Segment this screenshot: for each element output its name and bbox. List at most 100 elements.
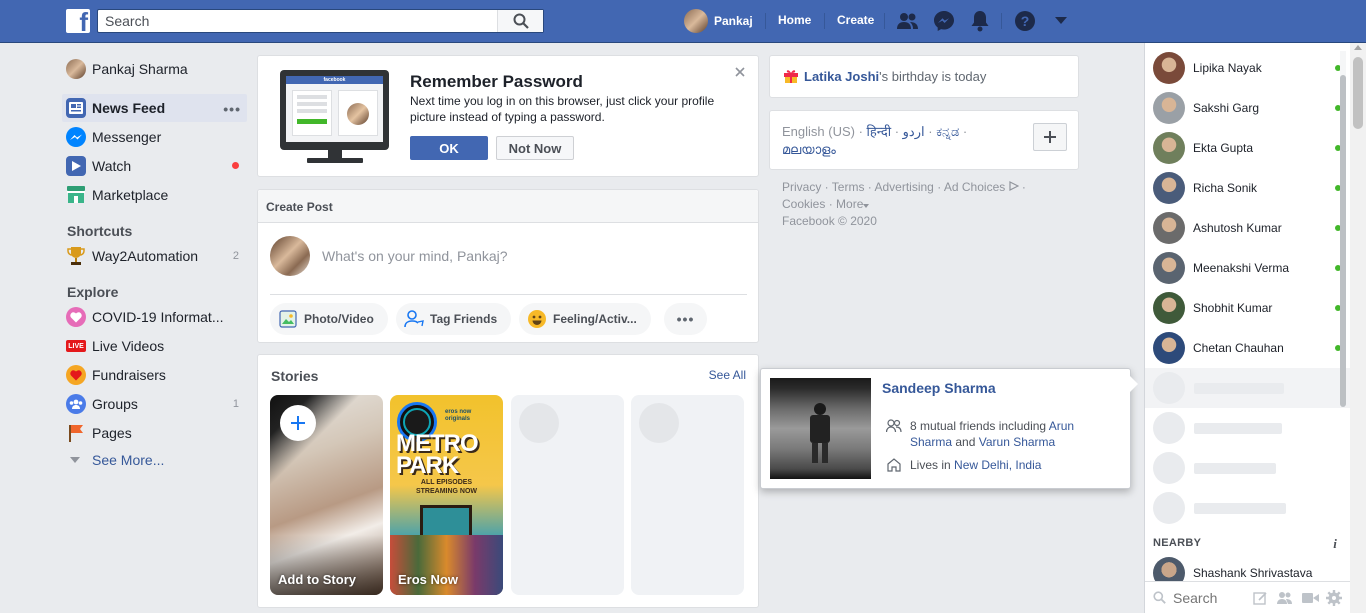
contact-item[interactable]: Shobhit Kumar xyxy=(1145,288,1351,328)
search-input[interactable] xyxy=(98,10,498,32)
left-nav-profile[interactable]: Pankaj Sharma xyxy=(62,56,247,82)
post-composer-input[interactable]: What's on your mind, Pankaj? xyxy=(322,248,742,264)
footer-link-cookies[interactable]: Cookies xyxy=(782,197,825,211)
ad-choices-icon xyxy=(1008,181,1019,191)
contact-item[interactable]: Ekta Gupta xyxy=(1145,128,1351,168)
more-actions-button[interactable]: ••• xyxy=(664,303,707,335)
contact-item[interactable]: Meenakshi Verma xyxy=(1145,248,1351,288)
footer-link-advertising[interactable]: Advertising xyxy=(874,180,933,194)
contact-item[interactable]: Lipika Nayak xyxy=(1145,48,1351,88)
svg-text:i: i xyxy=(1333,537,1337,549)
footer-link-ad-choices[interactable]: Ad Choices xyxy=(944,180,1005,194)
sidebar-item-messenger[interactable]: Messenger xyxy=(62,123,247,151)
see-all-link[interactable]: See All xyxy=(709,368,746,382)
hovercard-name[interactable]: Sandeep Sharma xyxy=(882,380,996,396)
add-to-story-card[interactable]: Add to Story xyxy=(270,395,383,595)
explore-item-fundraisers[interactable]: Fundraisers xyxy=(62,361,247,389)
chevron-down-icon xyxy=(863,204,870,208)
cover-photo[interactable] xyxy=(770,378,871,479)
city-link[interactable]: New Delhi, India xyxy=(954,458,1041,472)
profile-name: Pankaj Sharma xyxy=(92,61,188,77)
avatar xyxy=(1153,212,1185,244)
account-menu-chevron-down-icon[interactable] xyxy=(1049,10,1073,32)
facebook-logo-icon[interactable]: f xyxy=(66,9,90,33)
scrollbar-thumb[interactable] xyxy=(1353,57,1363,129)
avatar xyxy=(1153,332,1185,364)
plus-icon[interactable] xyxy=(280,405,316,441)
see-more-link[interactable]: See More... xyxy=(70,452,164,468)
create-link[interactable]: Create xyxy=(837,13,874,27)
contact-item[interactable]: Sakshi Garg xyxy=(1145,88,1351,128)
video-call-icon[interactable] xyxy=(1302,592,1319,604)
story-placeholder xyxy=(631,395,744,595)
create-post-header: Create Post xyxy=(258,190,758,223)
help-icon[interactable]: ? xyxy=(1013,10,1037,32)
contact-item[interactable]: Chetan Chauhan xyxy=(1145,328,1351,368)
sidebar-item-watch[interactable]: Watch xyxy=(62,152,247,180)
explore-item-covid[interactable]: COVID-19 Informat... xyxy=(62,303,247,331)
sidebar-item-news-feed[interactable]: News Feed ••• xyxy=(62,94,247,122)
language-hindi[interactable]: हिन्दी xyxy=(867,124,892,139)
stories-title: Stories xyxy=(271,368,319,384)
and-word: and xyxy=(952,435,979,449)
sidebar-item-label: Groups xyxy=(92,396,138,412)
profile-link[interactable]: Pankaj xyxy=(684,9,753,33)
explore-item-live-videos[interactable]: LIVE Live Videos xyxy=(62,332,247,360)
pages-flag-icon xyxy=(66,423,86,443)
more-options-icon[interactable]: ••• xyxy=(223,101,241,117)
info-icon[interactable]: i xyxy=(1331,537,1339,549)
page-scrollbar[interactable] xyxy=(1350,43,1366,613)
not-now-button[interactable]: Not Now xyxy=(496,136,574,160)
footer-link-privacy[interactable]: Privacy xyxy=(782,180,821,194)
language-kannada[interactable]: ಕನ್ನಡ xyxy=(936,124,959,139)
chat-search-input[interactable] xyxy=(1173,589,1253,606)
plus-icon xyxy=(1044,131,1056,143)
add-language-button[interactable] xyxy=(1033,123,1067,151)
divider xyxy=(270,294,747,295)
friend-requests-icon[interactable] xyxy=(896,10,920,32)
search-button[interactable] xyxy=(497,10,543,32)
contact-skeleton xyxy=(1145,368,1351,408)
chat-scrollbar-track[interactable] xyxy=(1340,51,1346,407)
birthday-card[interactable]: Latika Joshi's birthday is today xyxy=(769,55,1079,98)
compose-icon[interactable] xyxy=(1253,591,1268,606)
scroll-up-arrow-icon[interactable] xyxy=(1354,45,1362,50)
avatar xyxy=(684,9,708,33)
sidebar-item-label: Messenger xyxy=(92,129,162,145)
new-group-icon[interactable] xyxy=(1277,591,1293,605)
top-navigation-bar: f Pankaj Home Create ? xyxy=(0,0,1366,43)
language-malayalam[interactable]: മലയാളം xyxy=(782,142,836,157)
gear-icon[interactable] xyxy=(1326,590,1342,606)
explore-item-pages[interactable]: Pages xyxy=(62,419,247,447)
home-link[interactable]: Home xyxy=(778,13,811,27)
chat-scrollbar-thumb[interactable] xyxy=(1340,75,1346,407)
mutual-friend-link[interactable]: Varun Sharma xyxy=(979,435,1055,449)
avatar xyxy=(1153,92,1185,124)
explore-item-groups[interactable]: Groups 1 xyxy=(62,390,247,418)
search-icon xyxy=(513,13,529,29)
sidebar-item-label: Fundraisers xyxy=(92,367,166,383)
sidebar-item-marketplace[interactable]: Marketplace xyxy=(62,181,247,209)
photo-video-button[interactable]: Photo/Video xyxy=(270,303,388,335)
see-more-label: See More... xyxy=(92,452,165,468)
contact-item[interactable]: Ashutosh Kumar xyxy=(1145,208,1351,248)
notifications-bell-icon[interactable] xyxy=(968,10,992,32)
messenger-icon xyxy=(66,127,86,147)
contact-item[interactable]: Richa Sonik xyxy=(1145,168,1351,208)
birthday-person-name[interactable]: Latika Joshi xyxy=(804,69,879,84)
feeling-activity-button[interactable]: Feeling/Activ... xyxy=(519,303,651,335)
footer-link-more[interactable]: More xyxy=(836,197,863,211)
footer-link-terms[interactable]: Terms xyxy=(832,180,865,194)
explore-heading: Explore xyxy=(67,284,119,300)
messenger-icon[interactable] xyxy=(932,10,956,32)
laptop-brand: facebook xyxy=(286,76,383,84)
tag-friends-button[interactable]: Tag Friends xyxy=(396,303,512,335)
contact-name: Shobhit Kumar xyxy=(1193,301,1273,315)
close-icon[interactable] xyxy=(734,66,746,78)
avatar xyxy=(1153,252,1185,284)
ok-button[interactable]: OK xyxy=(410,136,488,160)
eros-now-story-card[interactable]: eros now originals METRO PARK ALL EPISOD… xyxy=(390,395,503,595)
shortcut-way2automation[interactable]: Way2Automation 2 xyxy=(62,242,247,270)
sidebar-item-label: Watch xyxy=(92,158,132,174)
language-urdu[interactable]: اردو xyxy=(903,124,925,139)
